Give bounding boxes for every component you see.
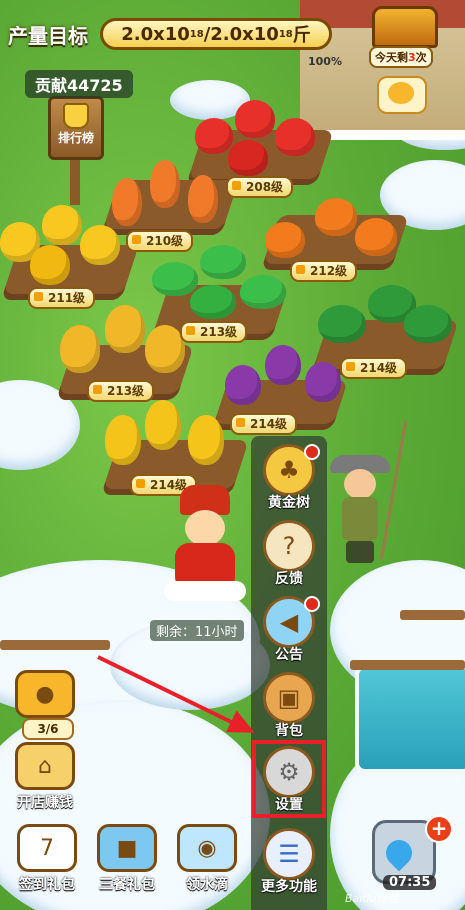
watermelon-crop [318, 305, 366, 343]
plot-level-tag: 210级 [126, 230, 194, 252]
meal-label: 三餐礼包 [99, 877, 155, 893]
pig-button[interactable] [377, 76, 427, 114]
goal-total-value: 2.0x10 [210, 23, 279, 45]
plot-level-tag: 213级 [87, 380, 155, 402]
pea-crop [200, 245, 246, 279]
corn-crop [145, 400, 181, 450]
eggplant-crop [265, 345, 301, 385]
eggplant-crop [225, 365, 261, 405]
contribution-counter: 贡献44725 [25, 70, 133, 98]
notification-dot [304, 596, 320, 612]
pea-crop [190, 285, 236, 319]
menu-label: 背包 [275, 723, 303, 739]
water-label: 领水滴 [186, 877, 228, 893]
pea-crop [152, 262, 198, 296]
chest-remaining-tag: 今天剩3次 [369, 46, 433, 68]
eggplant-crop [305, 362, 341, 402]
menu-golden-tree[interactable]: ♣ 黄金树 [258, 444, 320, 516]
wheat-crop [105, 305, 145, 353]
carrot-crop [112, 178, 142, 226]
more-list-icon: ☰ [263, 828, 315, 880]
feedback-icon: ? [263, 520, 315, 572]
fortune-god-character[interactable] [164, 485, 246, 605]
leaderboard-post [70, 160, 80, 205]
plot-level-tag: 214级 [340, 357, 408, 379]
goal-current-exponent: 18 [189, 28, 204, 40]
pig-icon [388, 82, 414, 104]
plot-level-tag: 212级 [290, 260, 358, 282]
goal-unit: 斤 [292, 25, 311, 46]
plot-level-tag: 208级 [226, 176, 294, 198]
production-goal-label: 产量目标 [8, 24, 88, 48]
chest-remaining-suffix: 次 [415, 51, 427, 64]
sunflower-crop [30, 245, 70, 285]
water-bucket-icon: ◉ [177, 824, 237, 872]
watermark: Baidu经验 [345, 892, 399, 905]
add-water-button[interactable]: + [425, 815, 453, 843]
remaining-time: 剩余：11小时 [150, 620, 244, 641]
open-shop-button[interactable]: ⌂ 开店赚钱 [6, 742, 84, 814]
corn-crop [188, 415, 224, 465]
menu-label: 黄金树 [268, 495, 310, 511]
checkin-gift-button[interactable]: 7 签到礼包 [8, 824, 86, 896]
goal-current-value: 2.0x10 [121, 23, 190, 45]
carrot-crop [150, 160, 180, 208]
fence [400, 610, 465, 620]
chest-remaining-prefix: 今天剩 [375, 51, 408, 64]
meal-gift-button[interactable]: ■ 三餐礼包 [88, 824, 166, 896]
menu-backpack[interactable]: ▣ 背包 [258, 672, 320, 744]
wheat-crop [145, 325, 185, 373]
tomato-crop [195, 118, 233, 154]
leaderboard-label: 排行榜 [57, 131, 94, 145]
collect-water-button[interactable]: ◉ 领水滴 [168, 824, 246, 896]
settings-highlight-box [252, 740, 326, 818]
menu-feedback[interactable]: ? 反馈 [258, 520, 320, 592]
watermelon-crop [404, 305, 452, 343]
goal-total-exponent: 18 [278, 28, 293, 40]
menu-label: 公告 [275, 647, 303, 663]
menu-label: 反馈 [275, 571, 303, 587]
goal-separator: / [203, 23, 211, 45]
chest-remaining-count: 3 [408, 51, 416, 64]
notification-dot [304, 444, 320, 460]
calendar-icon: 7 [17, 824, 77, 872]
shop-icon: ⌂ [15, 742, 75, 790]
backpack-icon: ▣ [263, 672, 315, 724]
pea-crop [240, 275, 286, 309]
menu-more[interactable]: ☰ 更多功能 [258, 828, 320, 900]
wheat-crop [60, 325, 100, 373]
leaderboard-sign[interactable]: 排行榜 [48, 96, 104, 160]
gift-box-icon: ■ [97, 824, 157, 872]
production-goal-bar: 2.0x10 18 / 2.0x10 18 斤 [100, 18, 332, 50]
pig-progress: 3/6 [22, 718, 74, 740]
menu-label: 更多功能 [261, 879, 317, 895]
corn-crop [105, 415, 141, 465]
plot-level-tag: 211级 [28, 287, 96, 309]
plot-level-tag: 213级 [180, 321, 248, 343]
pumpkin-crop [265, 222, 305, 258]
shop-label: 开店赚钱 [17, 795, 73, 811]
fence [0, 640, 110, 650]
farmer-character[interactable] [330, 455, 390, 565]
plot-level-tag: 214级 [230, 413, 298, 435]
pumpkin-crop [355, 218, 397, 256]
goal-percent: 100% [308, 55, 342, 68]
checkin-label: 签到礼包 [19, 877, 75, 893]
sunflower-crop [80, 225, 120, 265]
tomato-crop [235, 100, 275, 138]
tomato-crop [275, 118, 315, 156]
treasure-chest-icon[interactable] [372, 6, 438, 48]
pumpkin-crop [315, 198, 357, 236]
trophy-icon [63, 103, 89, 129]
menu-announcement[interactable]: ◀ 公告 [258, 596, 320, 668]
sunflower-crop [42, 205, 82, 245]
pond [355, 665, 465, 773]
fence [350, 660, 465, 670]
carrot-crop [188, 175, 218, 223]
water-timer: 07:35 [383, 875, 437, 890]
tomato-crop [228, 140, 268, 176]
pig-icon: ● [15, 670, 75, 718]
